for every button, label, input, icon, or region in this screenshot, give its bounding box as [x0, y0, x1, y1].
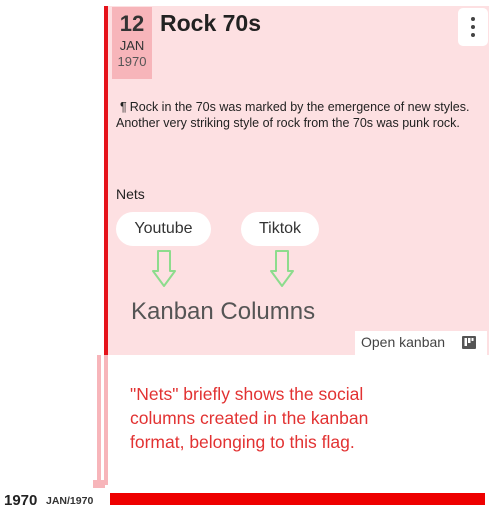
date-year: 1970 [117, 54, 147, 69]
annotation-text: "Nets" briefly shows the social columns … [130, 384, 369, 452]
more-options-button[interactable] [458, 8, 488, 46]
timeline-period-bar[interactable] [110, 493, 485, 505]
date-day: 12 [119, 11, 145, 36]
timeline-date-label: JAN/1970 [46, 495, 94, 507]
timeline-year-label: 1970 [4, 492, 38, 509]
date-badge: 12 JAN 1970 [112, 7, 152, 79]
down-arrow-icon [270, 250, 294, 287]
kanban-columns-caption: Kanban Columns [131, 298, 316, 325]
open-kanban-button[interactable]: Open kanban [355, 331, 487, 355]
annotation-accent-bar [104, 355, 108, 485]
more-vertical-icon-dot [471, 33, 475, 37]
flag-description-text: Rock in the 70s was marked by the emerge… [116, 100, 470, 130]
pilcrow-icon: ¶ [120, 100, 127, 114]
date-month: JAN [119, 38, 145, 53]
net-pill-tiktok[interactable]: Tiktok [241, 212, 319, 246]
more-vertical-icon-dot [471, 25, 475, 29]
net-pill-youtube[interactable]: Youtube [116, 212, 211, 246]
flag-description: ¶ Rock in the 70s was marked by the emerg… [116, 99, 474, 131]
open-kanban-label: Open kanban [361, 334, 446, 350]
down-arrow-icon [152, 250, 176, 287]
more-vertical-icon [471, 17, 475, 21]
nets-label: Nets [116, 186, 145, 202]
flag-title: Rock 70s [160, 10, 262, 36]
flag-connector-anchor [93, 480, 105, 488]
flag-connector [97, 355, 101, 487]
kanban-board-icon [462, 336, 476, 349]
